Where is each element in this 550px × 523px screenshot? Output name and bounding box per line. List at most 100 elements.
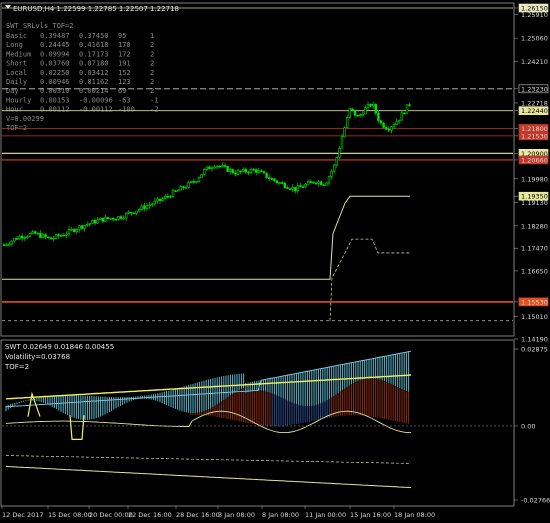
oscillator-axis-label: 0.02875 (521, 346, 548, 354)
row-name: Medium (6, 50, 31, 58)
time-axis-label: 12 Dec 2017 (2, 511, 44, 519)
row-value-b: 0.07180 (79, 60, 109, 68)
row-value-a: 0.00310 (40, 87, 70, 95)
svg-text:1.18280: 1.18280 (521, 222, 548, 230)
price-axis-label: 1.21530 (514, 131, 549, 140)
row-value-b: 0.00214 (79, 87, 109, 95)
row-value-a: 0.00153 (40, 96, 70, 104)
price-axis-label: 1.19980 (514, 175, 548, 183)
row-name: Local (6, 69, 27, 77)
row-name: Daily (6, 78, 27, 86)
row-value-b: 0.17173 (79, 50, 109, 58)
row-value-b: -0.00096 (79, 96, 113, 104)
chart-canvas[interactable]: EURUSD,H4 1.22599 1.22785 1.22507 1.2271… (0, 0, 550, 523)
svg-text:1.25910: 1.25910 (521, 11, 548, 19)
main-chart-window[interactable] (0, 2, 515, 337)
row-value-c: 123 (118, 78, 131, 86)
svg-text:1.19980: 1.19980 (521, 175, 548, 183)
price-axis-label: 1.25060 (514, 35, 548, 43)
price-axis-label: 1.14190 (514, 336, 548, 344)
row-value-a: 0.02250 (40, 69, 70, 77)
indicator-title: SWT_SRLvls_TOF=2 (6, 22, 73, 30)
candle (49, 237, 53, 240)
row-value-b: 0.01162 (79, 78, 109, 86)
svg-text:1.15530: 1.15530 (521, 298, 548, 306)
price-axis-label: 1.15010 (514, 313, 548, 321)
row-value-c: 170 (118, 41, 131, 49)
row-value-a: 0.24445 (40, 41, 70, 49)
svg-text:1.25060: 1.25060 (521, 35, 548, 43)
svg-text:1.22440: 1.22440 (521, 107, 548, 115)
candle (46, 236, 50, 239)
row-name: Day (6, 87, 19, 95)
volatility-label: Volatility=0.03768 (5, 353, 70, 361)
row-value-d: 2 (150, 69, 154, 77)
oscillator-axis-label: 0.00 (521, 422, 535, 430)
row-value-a: 0.39487 (40, 32, 70, 40)
row-value-c: 172 (118, 50, 131, 58)
candle (200, 174, 203, 179)
time-axis-label: 22 Dec 16:00 (128, 511, 172, 519)
row-value-d: 2 (150, 60, 154, 68)
price-axis-label: 1.16650 (514, 267, 548, 275)
row-value-b: 0.03412 (79, 69, 109, 77)
svg-text:1.17470: 1.17470 (521, 245, 548, 253)
row-value-d: 2 (150, 41, 154, 49)
v-value: V=0.00299 (6, 115, 44, 123)
row-value-d: 2 (150, 78, 154, 86)
svg-text:1.21530: 1.21530 (521, 132, 548, 140)
candle (343, 126, 346, 138)
swt-title: SWT 0.02649 0.01846 0.00455 (5, 343, 114, 351)
candle (403, 112, 406, 115)
svg-text:1.23230: 1.23230 (521, 85, 548, 93)
row-name: Hourly (6, 96, 31, 104)
row-name: Long (6, 41, 23, 49)
candle (322, 184, 325, 187)
time-axis-label: 15 Dec 08:00 (48, 511, 92, 519)
candle (132, 212, 136, 215)
symbol-header: EURUSD,H4 1.22599 1.22785 1.22507 1.2271… (13, 5, 179, 13)
time-axis-label: 3 Jan 08:00 (218, 511, 255, 519)
row-value-b: 0.41618 (79, 41, 109, 49)
oscillator-window[interactable] (0, 339, 515, 507)
svg-text:1.20660: 1.20660 (521, 156, 548, 164)
row-value-a: 0.09994 (40, 50, 70, 58)
svg-text:1.14190: 1.14190 (521, 336, 548, 344)
svg-text:1.16650: 1.16650 (521, 267, 548, 275)
candle (265, 172, 268, 179)
price-axis-label: 1.18280 (514, 222, 548, 230)
price-axis: 1.261501.259101.250601.242101.232301.227… (514, 3, 549, 344)
candle (226, 165, 229, 173)
time-axis-label: 8 Jan 08:00 (262, 511, 299, 519)
row-value-c: 69 (118, 87, 126, 95)
row-value-c: 191 (118, 60, 131, 68)
svg-text:1.24210: 1.24210 (521, 58, 548, 66)
row-value-c: -63 (118, 96, 131, 104)
price-axis-label: 1.24210 (514, 58, 548, 66)
time-axis-label: 11 Jan 00:00 (305, 511, 346, 519)
row-value-b: -0.00112 (79, 106, 113, 114)
candle (99, 217, 102, 221)
row-value-a: 0.03760 (40, 60, 70, 68)
candle (348, 108, 351, 119)
time-axis-label: 15 Jan 16:00 (350, 511, 391, 519)
price-axis-label: 1.20660 (514, 155, 549, 164)
price-axis-label: 1.23230 (514, 84, 549, 93)
row-value-d: -2 (150, 106, 158, 114)
row-value-c: 152 (118, 69, 131, 77)
row-value-b: 0.37450 (79, 32, 109, 40)
candle (28, 232, 32, 238)
row-value-d: 2 (150, 87, 154, 95)
oscillator-axis-label: -0.02766 (521, 497, 550, 505)
oscillator-axis: 0.02875 0.00 -0.02766 (514, 346, 550, 505)
candle (405, 104, 409, 114)
row-value-a: 0.00946 (40, 78, 70, 86)
row-value-c: 95 (118, 32, 126, 40)
row-value-d: -1 (150, 96, 158, 104)
time-axis-label: 20 Dec 00:00 (89, 511, 133, 519)
svg-text:1.19130: 1.19130 (521, 199, 548, 207)
candle (91, 219, 94, 224)
candle (109, 218, 112, 220)
row-value-a: 0.00112 (40, 106, 70, 114)
candle (345, 115, 349, 129)
